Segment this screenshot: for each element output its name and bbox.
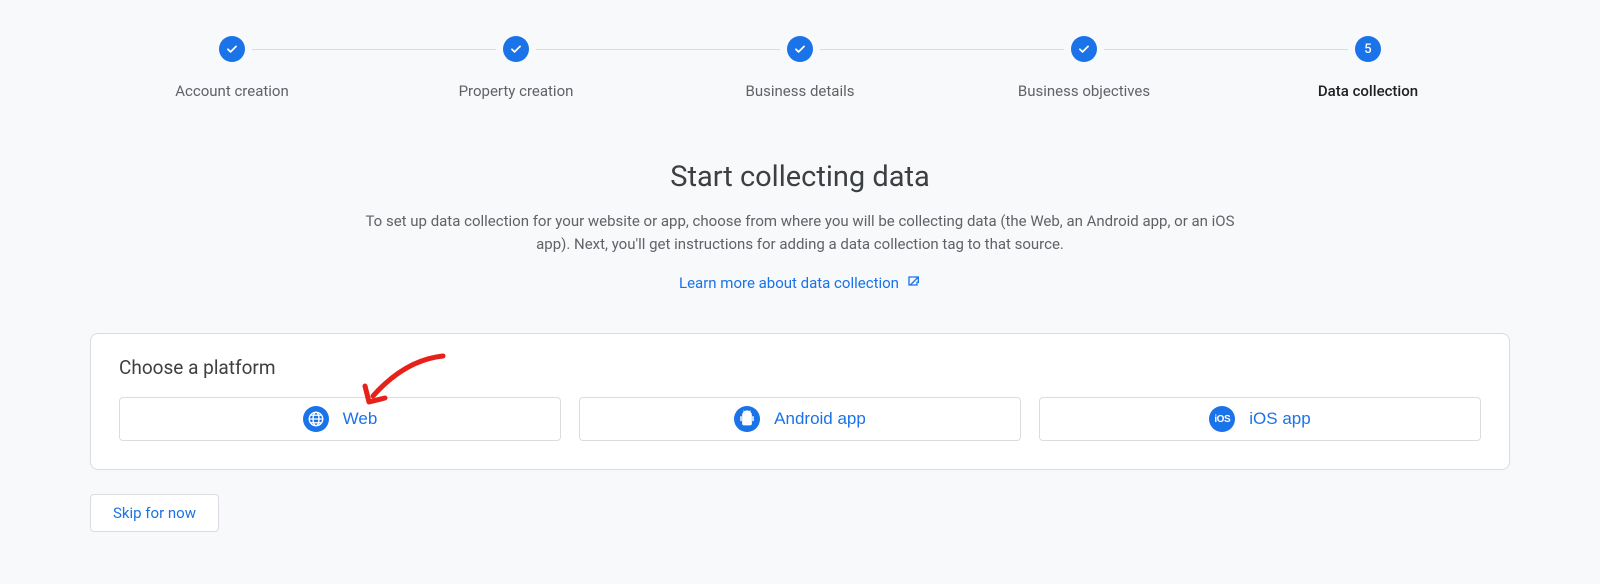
platform-label: Web bbox=[343, 409, 378, 429]
platform-web-button[interactable]: Web bbox=[119, 397, 561, 441]
ios-icon: iOS bbox=[1209, 406, 1235, 432]
platform-label: iOS app bbox=[1249, 409, 1310, 429]
platform-ios-button[interactable]: iOS iOS app bbox=[1039, 397, 1481, 441]
platform-label: Android app bbox=[774, 409, 866, 429]
skip-button[interactable]: Skip for now bbox=[90, 494, 219, 532]
step-label: Data collection bbox=[1318, 82, 1418, 100]
globe-icon bbox=[303, 406, 329, 432]
step-account-creation: Account creation bbox=[90, 36, 374, 100]
step-label: Account creation bbox=[175, 82, 289, 100]
step-data-collection: 5 Data collection bbox=[1226, 36, 1510, 100]
step-business-objectives: Business objectives bbox=[942, 36, 1226, 100]
android-icon bbox=[734, 406, 760, 432]
external-link-icon bbox=[905, 273, 921, 293]
check-icon bbox=[787, 36, 813, 62]
page-heading: Start collecting data bbox=[90, 160, 1510, 194]
platform-card: Choose a platform Web Android app iOS bbox=[90, 333, 1510, 470]
platform-android-button[interactable]: Android app bbox=[579, 397, 1021, 441]
card-title: Choose a platform bbox=[119, 356, 1481, 379]
step-business-details: Business details bbox=[658, 36, 942, 100]
step-label: Business objectives bbox=[1018, 82, 1150, 100]
step-number-icon: 5 bbox=[1355, 36, 1381, 62]
learn-more-link[interactable]: Learn more about data collection bbox=[679, 273, 921, 293]
step-label: Property creation bbox=[459, 82, 574, 100]
learn-more-label: Learn more about data collection bbox=[679, 274, 899, 292]
check-icon bbox=[503, 36, 529, 62]
check-icon bbox=[1071, 36, 1097, 62]
step-label: Business details bbox=[746, 82, 855, 100]
progress-stepper: Account creation Property creation Busin… bbox=[0, 36, 1600, 100]
check-icon bbox=[219, 36, 245, 62]
step-property-creation: Property creation bbox=[374, 36, 658, 100]
page-description: To set up data collection for your websi… bbox=[365, 210, 1235, 255]
